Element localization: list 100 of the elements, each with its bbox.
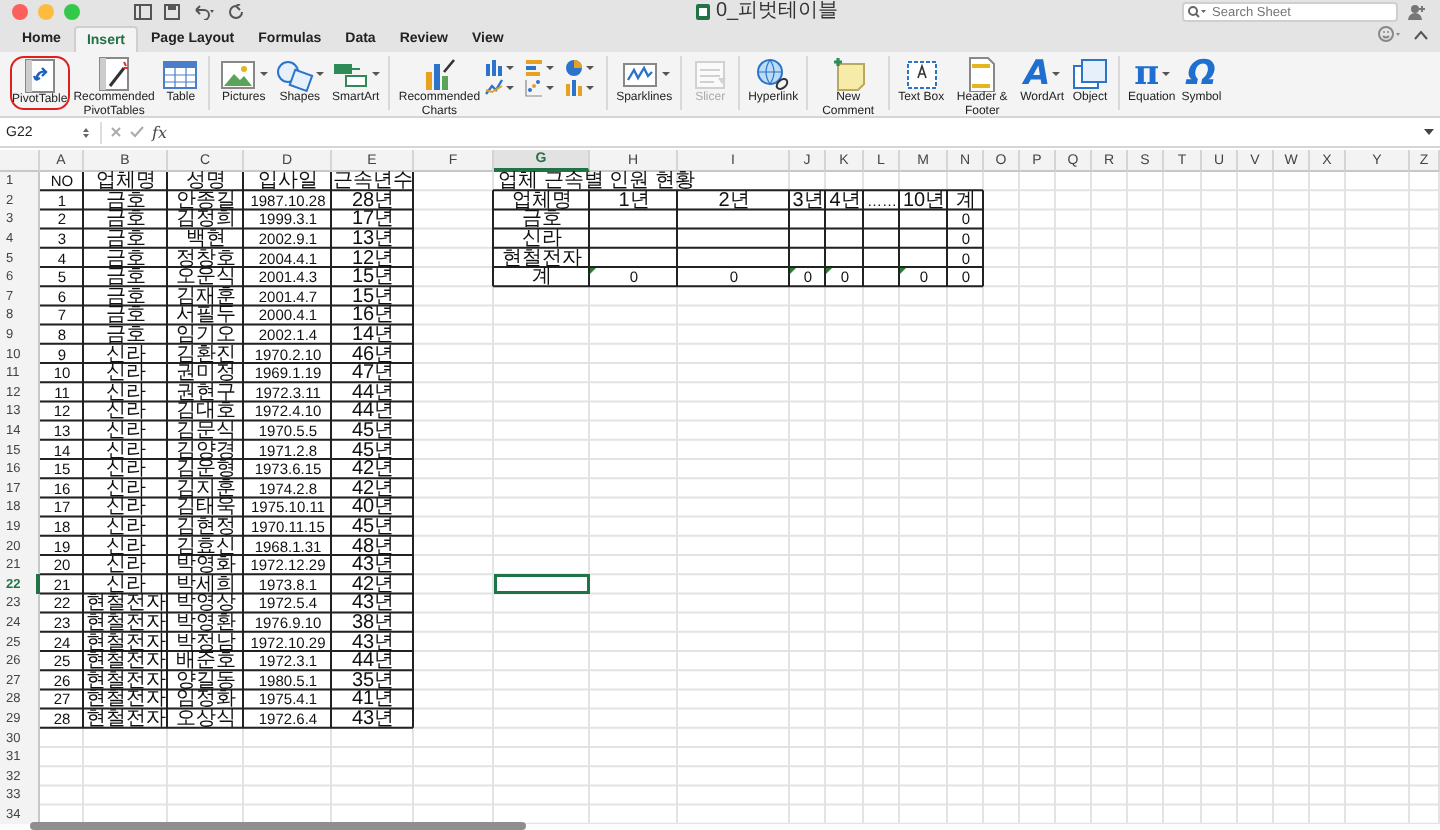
table-cell: 신라	[106, 517, 146, 536]
table-cell: 44년	[351, 652, 395, 671]
table-cell: 43년	[351, 594, 395, 613]
row-heading: 신라	[522, 230, 562, 249]
close-window-button[interactable]	[12, 4, 28, 20]
table-cell: 김문식	[176, 422, 236, 441]
insert-function-button[interactable]: fx	[152, 123, 167, 141]
table-cell: 신라	[106, 402, 146, 421]
pie-chart-icon[interactable]	[564, 57, 585, 77]
table-cell: 금호	[106, 210, 146, 229]
column-heading: 근속년수	[333, 172, 413, 191]
smiley-icon[interactable]	[1378, 26, 1402, 42]
caret-icon	[506, 85, 515, 89]
stock-chart-icon[interactable]	[564, 77, 585, 97]
table-cell: 오운식	[176, 268, 236, 287]
caret-icon	[372, 72, 381, 76]
share-person-icon[interactable]	[1408, 4, 1426, 20]
table-cell: 44년	[351, 402, 395, 421]
table-cell: 금호	[106, 326, 146, 345]
collapse-ribbon-icon[interactable]	[1414, 29, 1428, 39]
table-cell: 김운형	[176, 460, 236, 479]
table-cell: 김태욱	[176, 498, 236, 517]
error-indicator-icon[interactable]	[826, 267, 832, 274]
table-title: 업체 근속별 인원 현황	[498, 172, 695, 191]
globe-link-icon	[753, 56, 794, 92]
cancel-icon[interactable]	[110, 126, 122, 138]
column-heading: 성명	[186, 172, 226, 191]
table-cell: 신라	[106, 364, 146, 383]
glyph-icon: Ω	[1186, 56, 1216, 92]
table-cell: 금호	[106, 306, 146, 325]
table-cell: 임기오	[176, 326, 236, 345]
table-cell: 임정화	[176, 690, 236, 709]
scatter-chart-icon[interactable]	[524, 77, 545, 97]
row-heading: 현철전자	[502, 249, 582, 268]
table-cell: 김환진	[176, 345, 236, 364]
glyph-icon: A	[1023, 56, 1051, 92]
table-cell: 박영환	[176, 613, 236, 632]
table-cell: 42년	[351, 575, 395, 594]
column-heading: 업체명	[96, 172, 156, 191]
error-indicator-icon[interactable]	[590, 267, 596, 274]
table-cell: 현철전자	[86, 690, 166, 709]
expand-icon[interactable]	[1424, 128, 1434, 136]
column-heading: 4년	[829, 191, 861, 210]
column-heading: 계	[956, 191, 976, 210]
table-cell: 43년	[351, 633, 395, 652]
table-cell: 35년	[351, 671, 395, 690]
error-indicator-icon[interactable]	[790, 267, 796, 274]
table-cell: 46년	[351, 345, 395, 364]
table-cell: 김현정	[176, 517, 236, 536]
table-cell: 권현구	[176, 383, 236, 402]
table-cell: 박정남	[176, 633, 236, 652]
table-cell: 정창호	[176, 249, 236, 268]
table-cell: 현철전자	[86, 594, 166, 613]
caret-icon	[260, 72, 269, 76]
table-cell: 45년	[351, 517, 395, 536]
horizontal-scrollbar[interactable]	[30, 822, 526, 830]
redo-icon[interactable]	[228, 4, 244, 20]
pivot-table-icon	[19, 58, 60, 94]
table-cell: 13년	[351, 230, 395, 249]
table-cell: 신라	[106, 537, 146, 556]
table-cell: 42년	[351, 460, 395, 479]
column-heading: 업체명	[512, 191, 572, 210]
table-cell: 48년	[351, 537, 395, 556]
caret-icon	[316, 72, 325, 76]
table-cell: 38년	[351, 613, 395, 632]
table-cell: 12년	[351, 249, 395, 268]
table-cell: 15년	[351, 268, 395, 287]
save-icon[interactable]	[164, 4, 180, 20]
table-cell: 금호	[106, 191, 146, 210]
caret-icon	[1052, 72, 1061, 76]
search-icon	[1188, 6, 1206, 18]
row-heading: 계	[532, 268, 552, 287]
table-cell: 신라	[106, 460, 146, 479]
undo-icon[interactable]	[192, 4, 216, 20]
column-heading: 3년	[792, 191, 824, 210]
table-cell: 신라	[106, 498, 146, 517]
table-cell: 양길동	[176, 671, 236, 690]
table-cell: 오상식	[176, 709, 236, 728]
caret-icon	[586, 85, 595, 89]
column-chart-icon[interactable]	[484, 57, 505, 77]
active-cell[interactable]	[494, 574, 590, 595]
line-chart-icon[interactable]	[484, 77, 505, 97]
table-cell: 박세희	[176, 575, 236, 594]
caret-icon	[506, 65, 515, 69]
table-cell: 40년	[351, 498, 395, 517]
slicer-icon	[690, 56, 731, 92]
column-heading: 10년	[902, 191, 946, 210]
table-cell: 신라	[106, 479, 146, 498]
sidebar-icon[interactable]	[134, 4, 152, 20]
bar-chart-icon[interactable]	[524, 57, 545, 77]
table-cell: 현철전자	[86, 671, 166, 690]
glyph-icon: π	[1134, 56, 1160, 92]
table-cell: 김재훈	[176, 287, 236, 306]
error-indicator-icon[interactable]	[900, 267, 906, 274]
table-cell: 서필두	[176, 306, 236, 325]
comment-icon	[828, 56, 869, 92]
table-cell: 금호	[106, 287, 146, 306]
enter-icon[interactable]	[130, 126, 144, 138]
table-cell: 김효신	[176, 537, 236, 556]
table-cell: 44년	[351, 383, 395, 402]
